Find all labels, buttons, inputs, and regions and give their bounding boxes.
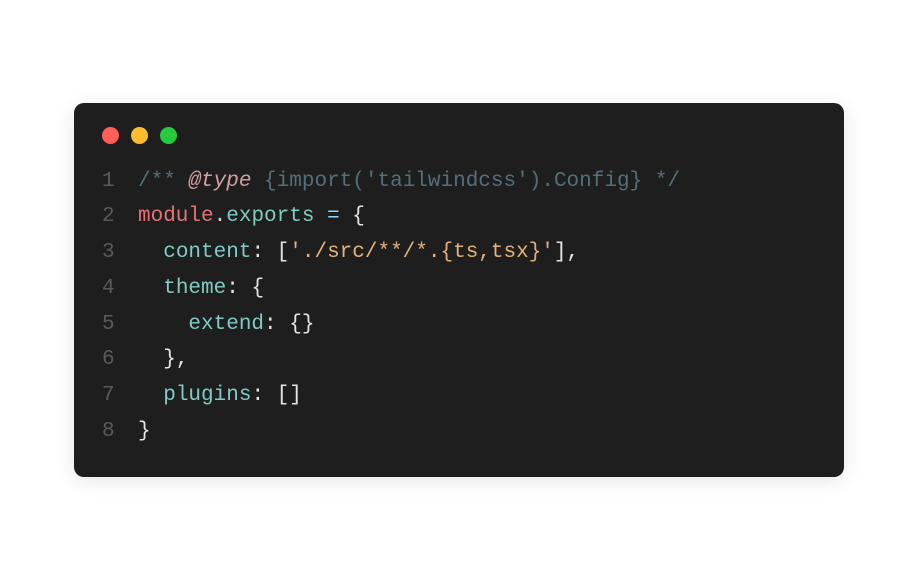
line-content: extend: {} (138, 307, 314, 343)
line-content: theme: { (138, 271, 264, 307)
line-content: } (138, 414, 151, 450)
code-line: 8 } (74, 414, 844, 450)
line-number: 1 (102, 164, 138, 200)
window-controls (74, 127, 844, 164)
line-number: 6 (102, 342, 138, 378)
code-line: 3 content: ['./src/**/*.{ts,tsx}'], (74, 235, 844, 271)
line-number: 3 (102, 235, 138, 271)
code-line: 7 plugins: [] (74, 378, 844, 414)
code-line: 1 /** @type {import('tailwindcss').Confi… (74, 164, 844, 200)
line-number: 4 (102, 271, 138, 307)
code-line: 2 module.exports = { (74, 199, 844, 235)
line-content: /** @type {import('tailwindcss').Config}… (138, 164, 680, 200)
line-content: module.exports = { (138, 199, 365, 235)
close-icon[interactable] (102, 127, 119, 144)
line-number: 8 (102, 414, 138, 450)
code-line: 4 theme: { (74, 271, 844, 307)
code-content[interactable]: 1 /** @type {import('tailwindcss').Confi… (74, 164, 844, 450)
code-line: 5 extend: {} (74, 307, 844, 343)
code-editor-window: 1 /** @type {import('tailwindcss').Confi… (74, 103, 844, 478)
line-number: 5 (102, 307, 138, 343)
maximize-icon[interactable] (160, 127, 177, 144)
line-content: }, (138, 342, 188, 378)
line-content: content: ['./src/**/*.{ts,tsx}'], (138, 235, 579, 271)
line-content: plugins: [] (138, 378, 302, 414)
code-line: 6 }, (74, 342, 844, 378)
line-number: 7 (102, 378, 138, 414)
minimize-icon[interactable] (131, 127, 148, 144)
line-number: 2 (102, 199, 138, 235)
